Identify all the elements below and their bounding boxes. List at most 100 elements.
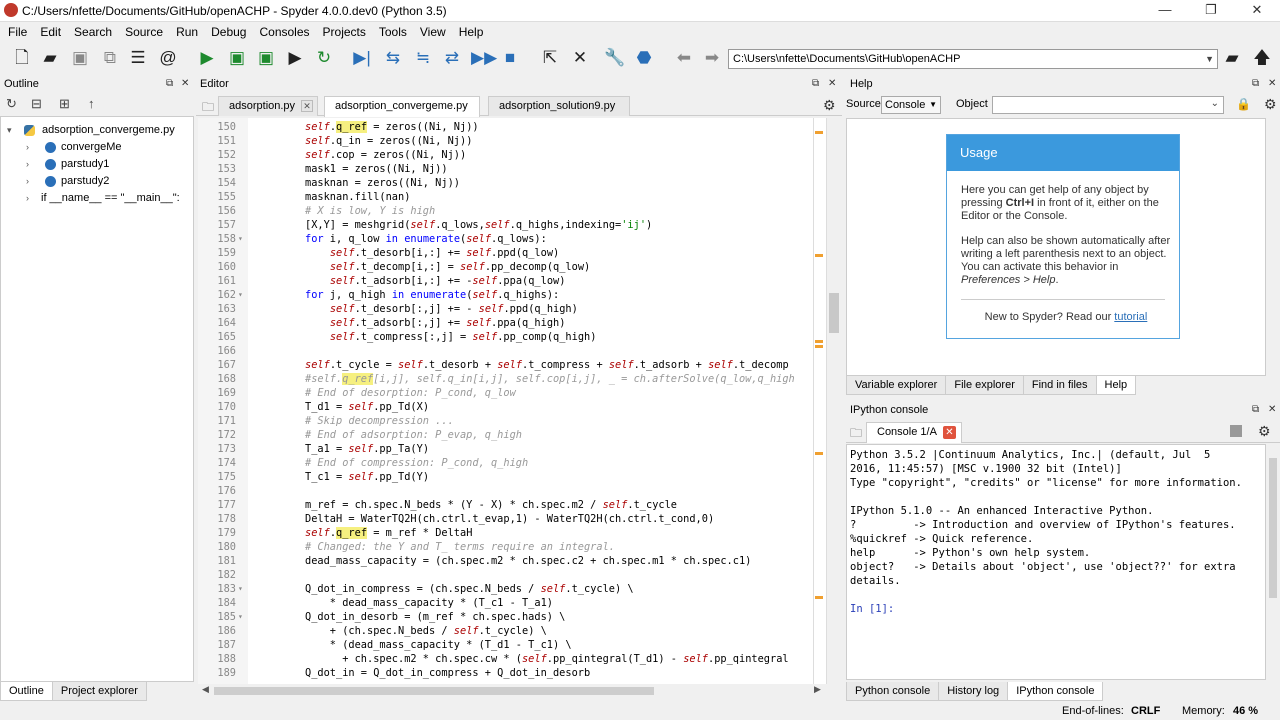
scroll-thumb[interactable]: [829, 293, 839, 333]
close-window-button[interactable]: ✕: [1234, 0, 1280, 22]
scroll-thumb[interactable]: [1269, 458, 1277, 598]
gear-icon[interactable]: ⚙: [823, 97, 836, 114]
expand-all-icon[interactable]: ⊞: [59, 96, 70, 112]
undock-icon[interactable]: ⧉: [1252, 401, 1259, 419]
go-to-cursor-icon[interactable]: ↻: [6, 96, 17, 112]
working-directory-input[interactable]: C:\Users\nfette\Documents\GitHub\openACH…: [728, 49, 1218, 69]
fullscreen-icon[interactable]: ✕: [570, 47, 590, 69]
lock-icon[interactable]: 🔒: [1236, 97, 1251, 111]
tab-file-explorer[interactable]: File explorer: [945, 376, 1024, 395]
chevron-down-icon[interactable]: ⌄: [1211, 98, 1219, 109]
stop-kernel-icon[interactable]: [1230, 425, 1242, 437]
open-folder-icon[interactable]: ▰: [40, 47, 60, 69]
console-scrollbar[interactable]: [1266, 444, 1280, 680]
step-return-icon[interactable]: ⇄: [442, 47, 462, 69]
menu-help[interactable]: Help: [451, 22, 489, 40]
tab-project-explorer[interactable]: Project explorer: [51, 682, 147, 701]
close-pane-icon[interactable]: ✕: [181, 75, 189, 93]
code-editor[interactable]: 150 self.q_ref = zeros((Ni, Nj)) 151 self.q…: [198, 118, 826, 684]
outline-item-parstudy2[interactable]: › parstudy2: [0, 173, 194, 190]
menu-tools[interactable]: Tools: [371, 22, 412, 40]
undock-icon[interactable]: ⧉: [166, 75, 173, 93]
parent-directory-icon[interactable]: 🡅: [1252, 47, 1272, 69]
run-cell-advance-icon[interactable]: ▣: [256, 47, 276, 69]
menu-projects[interactable]: Projects: [315, 22, 371, 40]
close-pane-icon[interactable]: ✕: [828, 75, 836, 93]
warning-marker[interactable]: [815, 254, 823, 257]
close-pane-icon[interactable]: ✕: [1268, 75, 1276, 93]
fold-toggle-icon[interactable]: ▾: [238, 288, 243, 302]
chevron-down-icon[interactable]: ▾: [7, 122, 12, 139]
menu-run[interactable]: Run: [168, 22, 203, 40]
fold-toggle-icon[interactable]: ▾: [238, 610, 243, 624]
rerun-icon[interactable]: ↻: [314, 47, 334, 69]
python-path-icon[interactable]: ⬣: [634, 47, 654, 69]
chevron-right-icon[interactable]: ›: [26, 156, 29, 173]
move-up-icon[interactable]: ↑: [88, 96, 95, 111]
maximize-pane-icon[interactable]: ⇱: [540, 47, 560, 69]
object-input[interactable]: ⌄: [992, 96, 1224, 114]
minimize-button[interactable]: —: [1142, 0, 1188, 22]
menu-search[interactable]: Search: [66, 22, 117, 40]
tab-console-1a[interactable]: Console 1/A ✕: [866, 422, 962, 443]
tab-adsorption-convergeme[interactable]: adsorption_convergeme.py✕: [324, 96, 480, 132]
source-select[interactable]: Console ▼: [881, 96, 941, 114]
tab-variable-explorer[interactable]: Variable explorer: [846, 376, 947, 395]
scroll-right-icon[interactable]: ▶: [814, 684, 821, 695]
undock-icon[interactable]: ⧉: [812, 75, 819, 93]
outline-item-main-block[interactable]: › if __name__ == "__main__":: [0, 190, 194, 207]
tab-ipython-console[interactable]: IPython console: [1007, 682, 1104, 701]
fold-toggle-icon[interactable]: ▾: [238, 582, 243, 596]
close-tab-icon[interactable]: ✕: [301, 100, 314, 113]
menu-view[interactable]: View: [412, 22, 451, 40]
run-cell-icon[interactable]: ▣: [227, 47, 247, 69]
list-icon[interactable]: ☰: [128, 47, 148, 69]
menu-source[interactable]: Source: [117, 22, 168, 40]
scroll-left-icon[interactable]: ◀: [202, 684, 209, 695]
tab-history-log[interactable]: History log: [938, 682, 1009, 701]
browse-tabs-icon[interactable]: 🗀: [850, 424, 862, 445]
warning-marker[interactable]: [815, 452, 823, 455]
tab-find-in-files[interactable]: Find in files: [1022, 376, 1097, 395]
browse-folder-icon[interactable]: ▰: [1222, 47, 1242, 69]
new-file-icon[interactable]: 🗋: [12, 47, 32, 69]
chevron-right-icon[interactable]: ›: [26, 173, 29, 190]
chevron-right-icon[interactable]: ›: [26, 190, 29, 207]
menu-debug[interactable]: Debug: [203, 22, 251, 40]
help-scrollbar[interactable]: [1266, 118, 1280, 376]
close-pane-icon[interactable]: ✕: [1268, 401, 1276, 419]
tab-python-console[interactable]: Python console: [846, 682, 940, 701]
gear-icon[interactable]: ⚙: [1264, 96, 1277, 113]
tab-adsorption-solution9[interactable]: adsorption_solution9.py✕: [488, 96, 630, 132]
warning-marker[interactable]: [815, 131, 823, 134]
menu-file[interactable]: File: [0, 22, 32, 40]
continue-icon[interactable]: ▶▶: [471, 47, 497, 69]
warning-marker[interactable]: [815, 596, 823, 599]
tab-outline[interactable]: Outline: [0, 682, 53, 701]
forward-arrow-icon[interactable]: ➡: [702, 47, 722, 69]
step-into-icon[interactable]: ≒: [413, 47, 433, 69]
browse-tabs-icon[interactable]: 🗀: [202, 98, 214, 119]
outline-item-parstudy1[interactable]: › parstudy1: [0, 156, 194, 173]
back-arrow-icon[interactable]: ⬅: [674, 47, 694, 69]
menu-edit[interactable]: Edit: [32, 22, 66, 40]
save-all-icon[interactable]: ⧉: [100, 47, 120, 69]
editor-vertical-scrollbar[interactable]: [826, 118, 840, 684]
save-icon[interactable]: ▣: [70, 47, 90, 69]
outline-root-item[interactable]: ▾ adsorption_convergeme.py: [0, 122, 194, 139]
chevron-down-icon[interactable]: ▼: [1205, 50, 1214, 68]
debug-icon[interactable]: ▶|: [352, 47, 372, 69]
stop-debug-icon[interactable]: ■: [500, 47, 520, 69]
collapse-all-icon[interactable]: ⊟: [31, 96, 42, 112]
run-icon[interactable]: ▶: [197, 47, 217, 69]
tutorial-link[interactable]: tutorial: [1114, 311, 1147, 323]
tab-help[interactable]: Help: [1095, 376, 1137, 395]
menu-consoles[interactable]: Consoles: [251, 22, 314, 40]
outline-item-convergeme[interactable]: › convergeMe: [0, 139, 194, 156]
scroll-thumb[interactable]: [214, 687, 654, 695]
preferences-wrench-icon[interactable]: 🔧: [604, 47, 625, 69]
at-sign-icon[interactable]: @: [158, 47, 178, 69]
step-icon[interactable]: ⇆: [383, 47, 403, 69]
gear-icon[interactable]: ⚙: [1258, 423, 1271, 440]
tab-adsorption[interactable]: adsorption.py ✕: [218, 96, 318, 116]
